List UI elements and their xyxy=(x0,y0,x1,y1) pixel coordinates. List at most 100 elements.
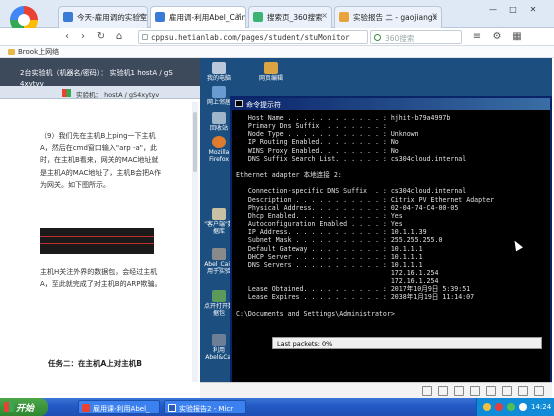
lab-guide-header: 2台实验机（机器名/密码）： 实验机1 hostA / gS 4xytyv xyxy=(0,58,200,88)
close-icon[interactable]: × xyxy=(321,11,328,20)
cmd-line: 172.16.1.254 xyxy=(236,268,439,277)
home-icon[interactable]: ⌂ xyxy=(112,30,126,44)
grid-icon[interactable]: ▦ xyxy=(510,30,524,44)
clock: 14:24 xyxy=(531,403,552,411)
cmd-icon xyxy=(235,100,243,107)
keyboard-icon[interactable] xyxy=(422,386,432,396)
windows-icon xyxy=(62,89,71,97)
cmd-line xyxy=(236,163,552,171)
search-placeholder: 360搜索 xyxy=(385,34,415,43)
cmd-line: Ethernet adapter 本地连接 2: xyxy=(236,171,342,180)
bookmark-item[interactable]: Brook上网络 xyxy=(8,47,59,57)
browser-tab[interactable]: 搜索页_360搜索 × xyxy=(248,6,332,28)
network-icon xyxy=(212,86,226,98)
close-icon[interactable]: × xyxy=(235,11,242,20)
web-editor-icon xyxy=(264,62,278,74)
cmd-line: IP Routing Enabled. . . . . . . . : No xyxy=(236,138,399,147)
close-window-icon[interactable]: ✕ xyxy=(526,4,540,16)
window-title: 命令提示符 xyxy=(246,101,281,109)
minimize-icon[interactable]: — xyxy=(486,4,500,16)
cmd-line: C:\Documents and Settings\Administrator> xyxy=(236,309,395,318)
close-icon[interactable]: × xyxy=(137,11,144,20)
cmd-line: Default Gateway . . . . . . . . . : 10.1… xyxy=(236,244,423,253)
volume-tray-icon[interactable] xyxy=(507,403,515,411)
browser-tab[interactable]: 实验报告 二 - gaojiangx × xyxy=(334,6,442,28)
inner-window-tab[interactable]: 实验机： hostA / gS4xytyv xyxy=(0,86,200,99)
cmd-line xyxy=(236,179,552,187)
page-icon xyxy=(63,12,73,22)
taskbar-item-word[interactable]: 实验报告2 - Micr xyxy=(164,400,246,414)
cmd-line: Physical Address. . . . . . . . . : 02-0… xyxy=(236,203,459,212)
search-input[interactable]: 360搜索 xyxy=(370,30,462,44)
guide-scrollbar[interactable] xyxy=(192,102,198,382)
browser-icon xyxy=(82,404,90,412)
security-tray-icon[interactable] xyxy=(495,403,503,411)
restart-icon[interactable] xyxy=(486,386,496,396)
taskbar-item-browser[interactable]: 雇用课-利用Abel_ xyxy=(78,400,160,414)
task-heading: 任务二：在主机A上对主机B xyxy=(48,359,143,368)
cain-tool-icon xyxy=(212,248,226,260)
ime-tray-icon[interactable] xyxy=(519,403,527,411)
browser-tab[interactable]: 今天-雇用调的实验室 × xyxy=(58,6,148,28)
screenshot-icon[interactable] xyxy=(454,386,464,396)
cmd-line: DNS Suffix Search List. . . . . . : cs30… xyxy=(236,154,467,163)
forward-icon[interactable]: › xyxy=(76,30,90,44)
start-label: 开始 xyxy=(16,404,35,414)
guide-paragraph: 主机H关注外界的数据包，会经过主机A，至此就完成了对主机B的ARP欺骗。 xyxy=(40,268,162,289)
fullscreen-icon[interactable] xyxy=(470,386,480,396)
maximize-icon[interactable]: □ xyxy=(506,4,520,16)
back-icon[interactable]: ‹ xyxy=(60,30,74,44)
address-bar[interactable]: cppsu.hetianlab.com/pages/student/stuMon… xyxy=(138,30,368,44)
cmd-line: Description . . . . . . . . . . . : Citr… xyxy=(236,195,495,204)
lab-guide-panel: 2台实验机（机器名/密码）： 实验机1 hostA / gS 4xytyv 实验… xyxy=(0,58,200,398)
more-icon[interactable] xyxy=(534,386,544,396)
cmd-line: Subnet Mask . . . . . . . . . . . : 255.… xyxy=(236,236,443,245)
system-tray: 14:24 xyxy=(476,398,554,416)
desktop-icon-my-computer[interactable]: 我的电脑 xyxy=(204,62,234,82)
bookmarks-bar: Brook上网络 xyxy=(0,46,554,58)
cmd-line: DNS Servers . . . . . . . . . . . : 10.1… xyxy=(236,260,423,269)
start-button[interactable]: 开始 xyxy=(0,398,48,416)
tab-label: 实验报告 二 - gaojiangx xyxy=(353,13,438,22)
windows-taskbar: 开始 雇用课-利用Abel_ 实验报告2 - Micr 14:24 xyxy=(0,398,554,416)
packet-icon xyxy=(212,290,226,302)
desktop-icon-web-editor[interactable]: 网页编辑 xyxy=(256,62,286,82)
cmd-line: Lease Expires . . . . . . . . . . : 2038… xyxy=(236,293,475,302)
tab-label: 搜索页_360搜索 xyxy=(267,13,323,22)
firefox-icon xyxy=(212,136,226,148)
windows-flag-icon xyxy=(4,402,14,412)
cmd-line: Host Name . . . . . . . . . . . . : hjhi… xyxy=(236,114,451,122)
command-prompt-titlebar[interactable]: 命令提示符 xyxy=(232,98,550,110)
cmd-line: WINS Proxy Enabled. . . . . . . . : No xyxy=(236,146,399,155)
word-icon xyxy=(168,404,176,412)
network-tray-icon[interactable] xyxy=(483,403,491,411)
refresh-icon[interactable]: ↻ xyxy=(94,30,108,44)
cmd-line: IP Address. . . . . . . . . . . . : 10.1… xyxy=(236,228,427,237)
document-icon xyxy=(339,12,349,22)
arp-screenshot-image xyxy=(40,228,154,254)
address-text: cppsu.hetianlab.com/pages/student/stuMon… xyxy=(151,33,350,42)
shortcut-icon xyxy=(212,334,226,346)
browser-toolbar: ‹ › ↻ ⌂ cppsu.hetianlab.com/pages/studen… xyxy=(0,28,554,46)
guide-paragraph: （9）我们先在主机B上ping一下主机A，然后在cmd窗口输入"arp -a"，… xyxy=(40,132,161,189)
power-icon[interactable] xyxy=(518,386,528,396)
page-icon xyxy=(155,12,165,22)
clipboard-icon[interactable] xyxy=(438,386,448,396)
cmd-line: Autoconfiguration Enabled . . . . : Yes xyxy=(236,220,403,229)
scrollbar-thumb[interactable] xyxy=(193,112,197,172)
search-icon xyxy=(374,34,381,41)
recycle-bin-icon xyxy=(212,112,226,124)
cmd-line: Dhcp Enabled. . . . . . . . . . . : Yes xyxy=(236,211,403,220)
extension-icon[interactable]: ⚙ xyxy=(490,30,504,44)
settings-icon[interactable] xyxy=(502,386,512,396)
browser-tab-active[interactable]: 雇用调-利用Abel_Cain密 × xyxy=(150,6,246,28)
inner-window-title: 实验机： hostA / gS4xytyv xyxy=(76,91,160,99)
cmd-line: DHCP Server . . . . . . . . . . . : 10.1… xyxy=(236,252,423,261)
header-line: 2台实验机（机器名/密码）： 实验机1 hostA / gS xyxy=(20,69,173,77)
database-icon xyxy=(212,208,226,220)
remote-session-toolbar xyxy=(200,382,552,398)
menu-icon[interactable]: ≡ xyxy=(470,30,484,44)
browser-tabbar: 今天-雇用调的实验室 × 雇用调-利用Abel_Cain密 × 搜索页_360搜… xyxy=(0,0,554,34)
close-icon[interactable]: × xyxy=(431,11,438,20)
cmd-line: Connection-specific DNS Suffix . : cs304… xyxy=(236,187,467,196)
